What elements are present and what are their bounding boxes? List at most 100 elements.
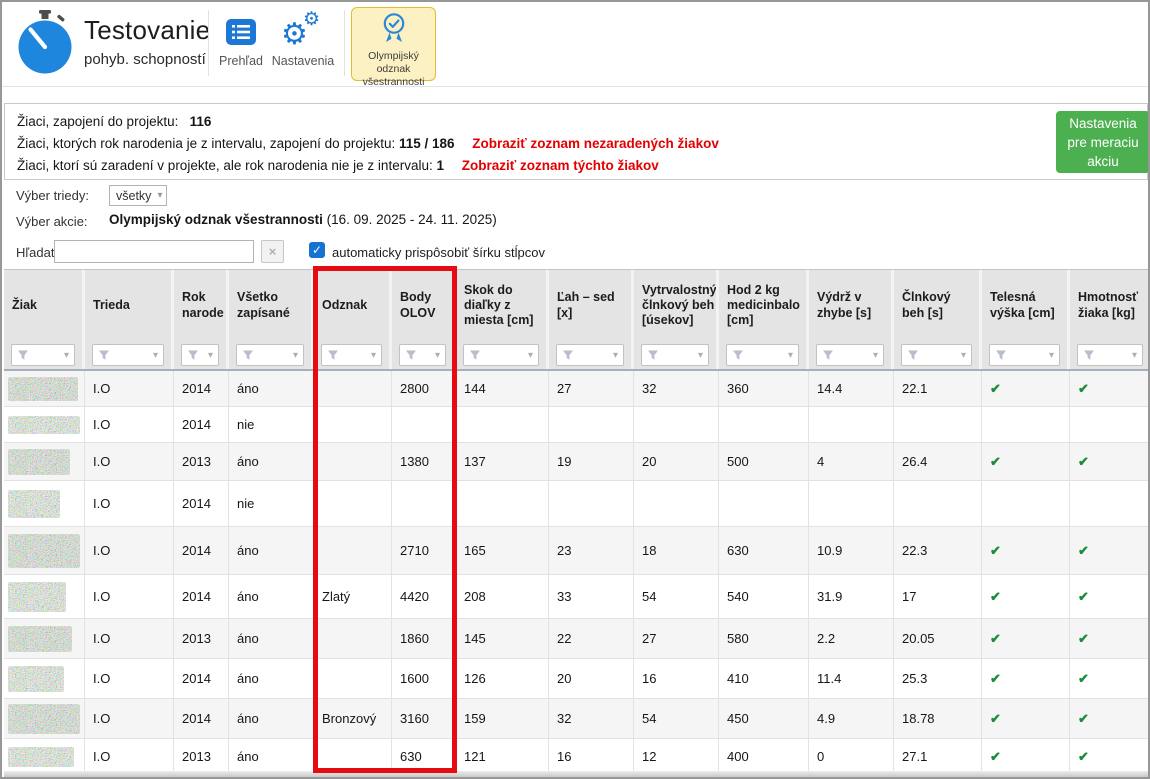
column-filter-vydrz-v-zhybe[interactable]: ▾ [816,344,884,366]
column-header-hmotnost-ziaka[interactable]: Hmotnosť žiaka [kg] [1070,270,1150,341]
chevron-down-icon: ▾ [611,350,620,361]
column-filter-odznak[interactable]: ▾ [321,344,382,366]
chevron-down-icon: ▾ [1047,350,1056,361]
class-dropdown[interactable]: všetky ▾ [109,185,167,206]
autofit-label: automaticky prispôsobiť šírku stĺpcov [332,245,545,260]
column-header-clnkovy-beh[interactable]: Člnkový beh [s] [894,270,982,341]
nastavenia-label: Nastavenia [270,54,336,68]
column-filter-vytrvalostny-beh[interactable]: ▾ [641,344,709,366]
cell-body-olov: 4420 [392,575,456,619]
cell-lah-sed: 19 [549,443,634,481]
check-icon: ✔ [990,711,1001,727]
measurement-settings-button[interactable]: Nastavenia pre meraciu akciu [1056,111,1150,173]
check-icon: ✔ [990,631,1001,647]
cell-vytrvalostny-beh [634,407,719,443]
chevron-down-icon: ▾ [151,350,160,361]
gears-icon: ⚙ ⚙ [281,12,325,52]
column-header-lah-sed[interactable]: Ľah – sed [x] [549,270,634,341]
filter-funnel-icon [405,349,417,361]
prehlad-button[interactable]: Prehľad [213,12,269,68]
cell-body-olov: 1380 [392,443,456,481]
column-filter-skok-do-dialky[interactable]: ▾ [463,344,539,366]
cell-vydrz-v-zhybe: 4.9 [809,699,894,739]
cell-vsetko-zapisane: áno [229,371,314,407]
search-input[interactable] [54,240,254,263]
redacted-pupil-name [8,582,66,612]
cell-telesna-vyska: ✔ [982,699,1070,739]
column-filter-ziak[interactable]: ▾ [11,344,75,366]
redacted-pupil-name [8,747,74,767]
chevron-down-icon: ▾ [526,350,535,361]
filter-funnel-icon [995,349,1007,361]
cell-ziak [4,739,85,775]
grid-filter-row: ▾ ▾ ▾ ▾ ▾ ▾ ▾ ▾ ▾ ▾ ▾ ▾ ▾ ▾ [4,341,1150,371]
stat3-label: Žiaci, ktorí sú zaradení v projekte, ale… [17,158,433,173]
cell-hmotnost-ziaka: ✔ [1070,619,1150,659]
table-row: I.O2013áno186014522275802.220.05✔✔ [4,619,1150,659]
cell-rok-narodenia: 2014 [174,481,229,527]
column-header-ziak[interactable]: Žiak [4,270,85,341]
column-header-trieda[interactable]: Trieda [85,270,174,341]
cell-trieda: I.O [85,527,174,575]
autofit-checkbox[interactable]: ✓ [309,242,325,258]
cell-hod-medicinbal: 500 [719,443,809,481]
column-filter-body-olov[interactable]: ▾ [399,344,446,366]
clear-search-button[interactable]: × [261,240,284,263]
column-filter-hmotnost-ziaka[interactable]: ▾ [1077,344,1143,366]
column-filter-trieda[interactable]: ▾ [92,344,164,366]
column-header-body-olov[interactable]: Body OLOV [392,270,456,341]
olympic-badge-button[interactable]: Olympijský odznak všestrannosti [351,7,436,81]
column-filter-rok-narodenia[interactable]: ▾ [181,344,219,366]
cell-odznak: Zlatý [314,575,392,619]
cell-hmotnost-ziaka: ✔ [1070,699,1150,739]
cell-hod-medicinbal: 410 [719,659,809,699]
column-header-skok-do-dialky[interactable]: Skok do diaľky z miesta [cm] [456,270,549,341]
cell-rok-narodenia: 2014 [174,699,229,739]
cell-trieda: I.O [85,443,174,481]
action-dates: (16. 09. 2025 - 24. 11. 2025) [323,212,497,227]
horizontal-scrollbar[interactable] [4,771,1148,777]
cell-hod-medicinbal: 450 [719,699,809,739]
cell-vsetko-zapisane: áno [229,619,314,659]
cell-rok-narodenia: 2014 [174,407,229,443]
cell-clnkovy-beh: 27.1 [894,739,982,775]
check-icon: ✔ [990,381,1001,397]
check-icon: ✔ [990,589,1001,605]
column-header-telesna-vyska[interactable]: Telesná výška [cm] [982,270,1070,341]
cell-clnkovy-beh: 18.78 [894,699,982,739]
cell-body-olov: 3160 [392,699,456,739]
column-header-vytrvalostny-beh[interactable]: Vytrvalostný člnkový beh [úsekov] [634,270,719,341]
column-header-vydrz-v-zhybe[interactable]: Výdrž v zhybe [s] [809,270,894,341]
table-row: I.O2014ánoZlatý4420208335454031.917✔✔ [4,575,1150,619]
show-unassigned-pupils-link[interactable]: Zobraziť zoznam nezaradených žiakov [472,136,719,151]
column-header-vsetko-zapisane[interactable]: Všetko zapísané [229,270,314,341]
stat3-value: 1 [436,158,444,173]
column-filter-hod-medicinbal[interactable]: ▾ [726,344,799,366]
cell-trieda: I.O [85,407,174,443]
cell-hod-medicinbal: 630 [719,527,809,575]
redacted-pupil-name [8,626,72,652]
column-filter-telesna-vyska[interactable]: ▾ [989,344,1060,366]
cell-trieda: I.O [85,659,174,699]
column-filter-vsetko-zapisane[interactable]: ▾ [236,344,304,366]
column-filter-lah-sed[interactable]: ▾ [556,344,624,366]
chevron-down-icon: ▾ [157,190,162,201]
filter-funnel-icon [98,349,110,361]
cell-lah-sed: 16 [549,739,634,775]
nastavenia-button[interactable]: ⚙ ⚙ Nastavenia [270,12,336,68]
cell-hod-medicinbal: 360 [719,371,809,407]
cell-lah-sed: 23 [549,527,634,575]
column-header-odznak[interactable]: Odznak [314,270,392,341]
cell-odznak [314,443,392,481]
column-filter-clnkovy-beh[interactable]: ▾ [901,344,972,366]
cell-vydrz-v-zhybe: 11.4 [809,659,894,699]
column-header-rok-narodenia[interactable]: Rok narode [174,270,229,341]
show-these-pupils-link[interactable]: Zobraziť zoznam týchto žiakov [462,158,659,173]
cell-hod-medicinbal [719,481,809,527]
filter-funnel-icon [1083,349,1095,361]
cell-body-olov: 630 [392,739,456,775]
cell-ziak [4,575,85,619]
cell-lah-sed: 33 [549,575,634,619]
column-header-hod-medicinbal[interactable]: Hod 2 kg medicinbalo [cm] [719,270,809,341]
cell-vydrz-v-zhybe: 14.4 [809,371,894,407]
